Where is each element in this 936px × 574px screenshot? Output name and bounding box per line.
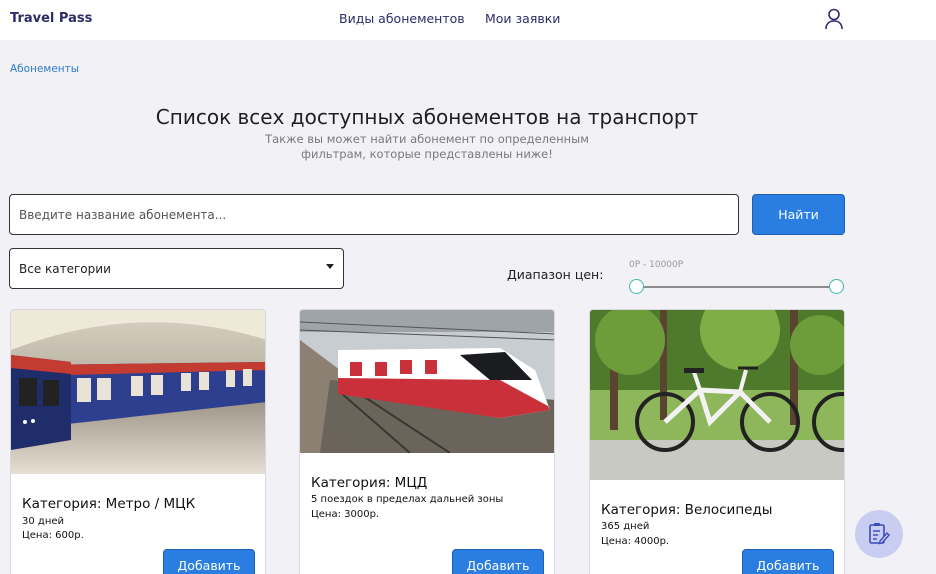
pass-card-bicycle: Категория: Велосипеды 365 дней Цена: 400… [589, 309, 845, 574]
add-button[interactable]: Добавить [742, 549, 834, 574]
category-selected-value: Все категории [19, 262, 111, 276]
card-category: Категория: Велосипеды [601, 502, 773, 518]
nav-link-my-requests[interactable]: Мои заявки [485, 11, 560, 26]
card-price: Цена: 600р. [22, 530, 84, 541]
commuter-train-image [300, 310, 554, 453]
search-button[interactable]: Найти [752, 194, 845, 235]
card-description: 365 дней [601, 521, 650, 532]
price-range-track[interactable] [636, 286, 836, 288]
card-price: Цена: 3000р. [311, 509, 380, 520]
price-range-min-handle[interactable] [629, 279, 644, 294]
price-range-value: 0Р - 10000Р [629, 260, 684, 270]
search-input[interactable] [9, 194, 739, 235]
breadcrumb[interactable]: Абонементы [10, 63, 79, 75]
pass-card-metro: Категория: Метро / МЦК 30 дней Цена: 600… [10, 309, 266, 574]
bicycle-image [590, 310, 844, 480]
caret-down-icon [326, 264, 334, 269]
brand-logo[interactable]: Travel Pass [10, 11, 92, 26]
pass-card-mcd: Категория: МЦД 5 поездок в пределах даль… [299, 309, 555, 574]
price-range-max-handle[interactable] [829, 279, 844, 294]
notes-fab-button[interactable] [855, 510, 903, 558]
notepad-edit-icon [869, 523, 890, 545]
nav-link-pass-types[interactable]: Виды абонементов [339, 11, 465, 26]
page-subtitle: Также вы может найти абонемент по опреде… [265, 132, 589, 161]
price-range-label: Диапазон цен: [507, 267, 604, 282]
card-category: Категория: МЦД [311, 475, 428, 491]
metro-train-image [11, 310, 265, 474]
card-description: 5 поездок в пределах дальней зоны [311, 494, 504, 505]
card-price: Цена: 4000р. [601, 536, 670, 547]
top-navbar: Travel Pass Виды абонементов Мои заявки [0, 0, 936, 40]
card-category: Категория: Метро / МЦК [22, 496, 196, 512]
page-title: Список всех доступных абонементов на тра… [155, 105, 699, 129]
category-select[interactable]: Все категории [9, 248, 344, 289]
card-description: 30 дней [22, 516, 65, 527]
add-button[interactable]: Добавить [452, 549, 544, 574]
user-icon[interactable] [824, 8, 844, 30]
add-button[interactable]: Добавить [163, 549, 255, 574]
